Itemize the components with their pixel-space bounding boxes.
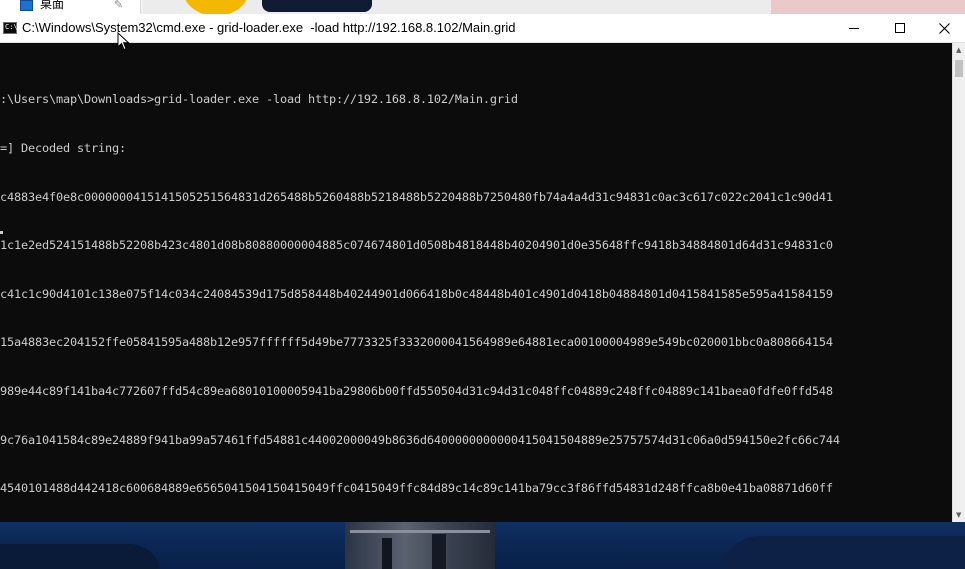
background-top-strip: 桌面 ✎	[0, 0, 965, 14]
console-line: 15a4883ec204152ffe05841595a488b12e957fff…	[0, 335, 833, 350]
console-text: :\Users\map\Downloads>grid-loader.exe -l…	[0, 59, 952, 522]
mouse-pointer-icon	[117, 32, 130, 51]
wallpaper-tower-window	[382, 538, 392, 569]
console-line: 9c76a1041584c89e24889f941ba99a57461ffd54…	[0, 432, 840, 447]
vertical-scrollbar[interactable]: ▲ ▼	[952, 43, 965, 522]
title-bar[interactable]: C:\ C:\Windows\System32\cmd.exe - grid-l…	[0, 14, 965, 43]
console-line: =] Decoded string:	[0, 141, 126, 155]
scroll-down-arrow-icon[interactable]: ▼	[956, 511, 961, 519]
scroll-thumb[interactable]	[955, 60, 963, 77]
console-line: 989e44c89f141ba4c772607ffd54c89ea6801010…	[0, 383, 833, 398]
wallpaper-tower-window	[432, 534, 446, 569]
maximize-button[interactable]	[877, 14, 923, 42]
cmd-app-icon[interactable]: C:\	[3, 22, 18, 34]
text-cursor	[0, 231, 3, 234]
console-line: c41c1c90d4101c138e075f14c034c24084539d17…	[0, 286, 833, 301]
console-line: :\Users\map\Downloads>grid-loader.exe -l…	[0, 92, 518, 107]
console-output[interactable]: :\Users\map\Downloads>grid-loader.exe -l…	[0, 43, 952, 522]
background-dark-shape	[262, 0, 372, 12]
maximize-icon	[895, 23, 905, 33]
window-title: C:\Windows\System32\cmd.exe - grid-loade…	[22, 20, 516, 35]
wallpaper-tower-rail	[350, 530, 490, 533]
close-icon	[938, 22, 950, 34]
explorer-quick-access: 桌面 ✎	[0, 0, 141, 14]
pin-icon: ✎	[114, 0, 124, 11]
minimize-button[interactable]	[831, 14, 877, 42]
cmd-window[interactable]: C:\ C:\Windows\System32\cmd.exe - grid-l…	[0, 14, 965, 522]
desktop-wallpaper	[0, 522, 965, 569]
scroll-up-arrow-icon[interactable]: ▲	[956, 46, 961, 54]
wallpaper-rock-right	[720, 536, 965, 569]
wallpaper-rock-left	[0, 544, 160, 569]
minimize-icon	[849, 28, 859, 29]
close-button[interactable]	[923, 14, 965, 42]
console-line: c4883e4f0e8c0000000415141505251564831d26…	[0, 189, 833, 204]
desktop-folder-label[interactable]: 桌面	[40, 0, 64, 11]
background-pink-area	[771, 0, 965, 14]
desktop-folder-icon[interactable]	[20, 0, 33, 11]
console-line: 4540101488d442418c600684889e656504150415…	[0, 481, 833, 496]
console-line: 1c1e2ed524151488b52208b423c4801d08b80880…	[0, 238, 833, 253]
